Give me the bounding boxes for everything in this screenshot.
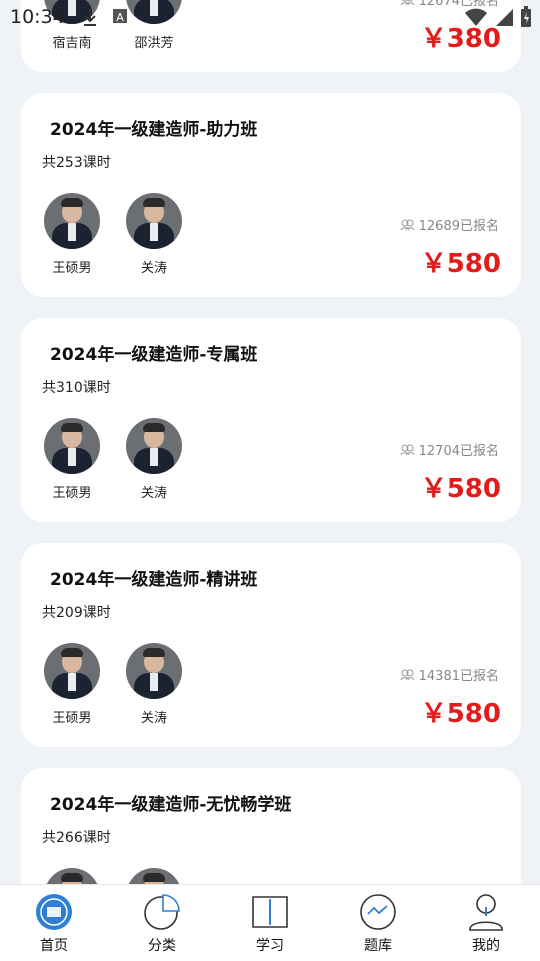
tab-home[interactable]: 首页 (0, 885, 108, 961)
teacher-avatar (126, 418, 182, 474)
course-title: 2024年一级建造师-助力班 (50, 120, 258, 140)
teacher-avatar (44, 0, 100, 24)
enrolled-text: 12704已报名 (418, 444, 499, 459)
enrolled-count: 14381已报名 (400, 665, 499, 684)
teacher-avatar (44, 868, 100, 884)
tab-category[interactable]: 分类 (108, 885, 216, 961)
course-hours: 共209课时 (42, 605, 111, 621)
enrolled-text: 12674已报名 (418, 0, 499, 9)
teacher-name: 关涛 (140, 711, 167, 726)
enrolled-count: 12704已报名 (400, 440, 499, 459)
people-icon (400, 669, 415, 680)
bottom-tab-bar: 首页 分类 学习 题库 我的 (0, 884, 540, 961)
tab-label: 题库 (364, 938, 392, 954)
course-list[interactable]: 宿吉南 邵洪芳 12674已报名 ￥380 2024年一级建造师-助力班 共25… (0, 0, 540, 884)
course-hours: 共310课时 (42, 380, 111, 396)
tab-study[interactable]: 学习 (216, 885, 324, 961)
teacher-name: 王硕男 (52, 711, 92, 726)
teacher-avatar (126, 0, 182, 24)
teacher-avatar (126, 868, 182, 884)
teacher-name: 宿吉南 (52, 36, 92, 51)
course-price: ￥380 (420, 24, 501, 54)
teacher-avatar (126, 193, 182, 249)
teacher-avatar (126, 643, 182, 699)
course-price: ￥580 (420, 474, 501, 504)
pie-chart-icon (143, 893, 181, 931)
tab-label: 首页 (40, 938, 68, 954)
course-title: 2024年一级建造师-精讲班 (50, 570, 258, 590)
teacher-name: 王硕男 (52, 486, 92, 501)
teacher: 关涛 (124, 418, 184, 501)
course-price: ￥580 (420, 249, 501, 279)
teacher: 关涛 (124, 643, 184, 726)
tab-question-bank[interactable]: 题库 (324, 885, 432, 961)
course-card[interactable]: 2024年一级建造师-助力班 共253课时 王硕男 关涛 12689已报名 ￥5… (21, 93, 521, 297)
teacher-name: 邵洪芳 (134, 36, 174, 51)
course-hours: 共253课时 (42, 155, 111, 171)
enrolled-count: 12689已报名 (400, 215, 499, 234)
teacher-name: 关涛 (140, 261, 167, 276)
tab-label: 学习 (256, 938, 284, 954)
course-price: ￥580 (420, 699, 501, 729)
teacher: 王硕男 (42, 193, 102, 276)
course-title: 2024年一级建造师-专属班 (50, 345, 258, 365)
teacher: 宿吉南 (42, 0, 102, 51)
teacher-name: 王硕男 (52, 261, 92, 276)
people-icon (400, 219, 415, 230)
teacher-avatar (44, 418, 100, 474)
enrolled-text: 14381已报名 (418, 669, 499, 684)
enrolled-count: 12674已报名 (400, 0, 499, 9)
home-logo-icon (35, 893, 73, 931)
teacher: 邵洪芳 (124, 0, 184, 51)
course-hours: 共266课时 (42, 830, 111, 846)
tab-mine[interactable]: 我的 (432, 885, 540, 961)
teacher-name: 关涛 (140, 486, 167, 501)
teacher: 关涛 (124, 193, 184, 276)
course-card[interactable]: 2024年一级建造师-专属班 共310课时 王硕男 关涛 12704已报名 ￥5… (21, 318, 521, 522)
teacher-avatar (44, 643, 100, 699)
course-card-partial[interactable]: 宿吉南 邵洪芳 12674已报名 ￥380 (21, 0, 521, 72)
course-card[interactable]: 2024年一级建造师-精讲班 共209课时 王硕男 关涛 14381已报名 ￥5… (21, 543, 521, 747)
tab-label: 我的 (472, 938, 500, 954)
course-title: 2024年一级建造师-无忧畅学班 (50, 795, 292, 815)
teacher-avatar (44, 193, 100, 249)
user-icon (467, 893, 505, 931)
teacher (124, 868, 184, 884)
course-card[interactable]: 2024年一级建造师-无忧畅学班 共266课时 (21, 768, 521, 884)
people-icon (400, 0, 415, 5)
tab-label: 分类 (148, 938, 176, 954)
teacher (42, 868, 102, 884)
book-icon (251, 893, 289, 931)
chart-circle-icon (359, 893, 397, 931)
teacher: 王硕男 (42, 643, 102, 726)
enrolled-text: 12689已报名 (418, 219, 499, 234)
people-icon (400, 444, 415, 455)
teacher: 王硕男 (42, 418, 102, 501)
